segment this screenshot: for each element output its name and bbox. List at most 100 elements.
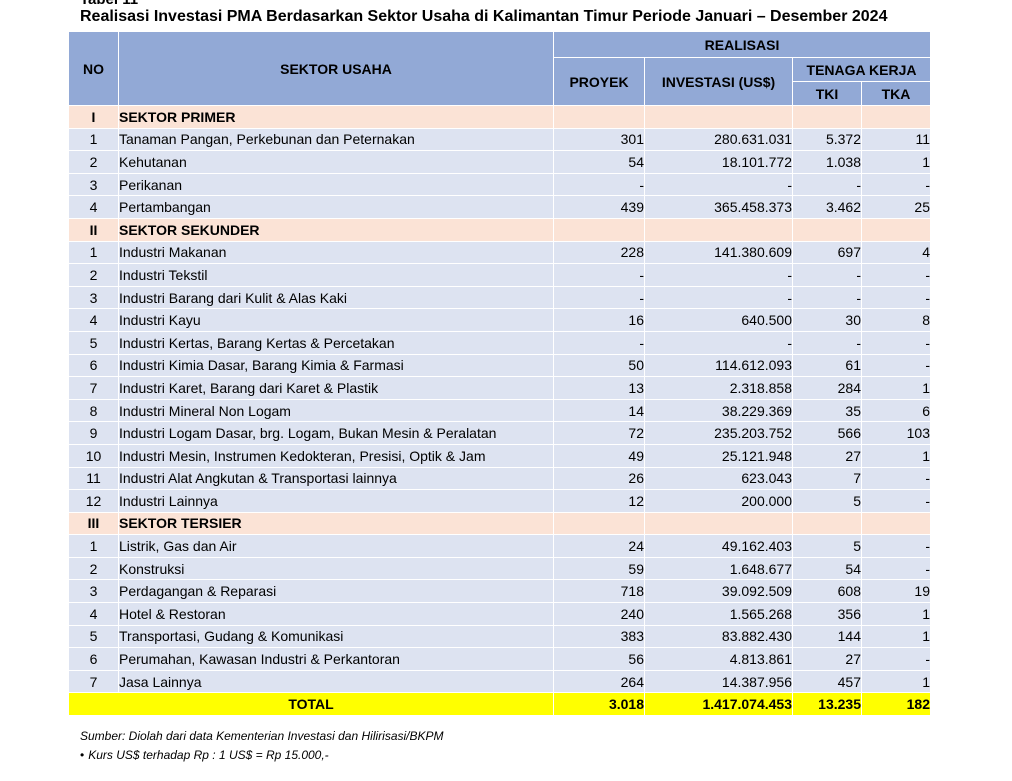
total-investasi: 1.417.074.453 — [644, 692, 793, 717]
row-investasi: 141.380.609 — [644, 240, 793, 265]
table-row: 7 Industri Karet, Barang dari Karet & Pla… — [68, 376, 931, 400]
row-no: 5 — [68, 624, 119, 649]
page-title: Realisasi Investasi PMA Berdasarkan Sekt… — [80, 8, 888, 25]
row-tka: - — [861, 466, 931, 491]
section-no: II — [68, 217, 119, 242]
row-tka: 1 — [861, 443, 931, 468]
bullet-icon: • — [80, 748, 85, 762]
row-no: 3 — [68, 579, 119, 604]
table-row: 6 Perumahan, Kawasan Industri & Perkantor… — [68, 647, 931, 671]
row-tka: 6 — [861, 398, 931, 423]
row-proyek: 264 — [553, 669, 645, 694]
row-tki: 5 — [792, 489, 862, 513]
row-investasi: 640.500 — [644, 308, 793, 332]
total-label: TOTAL — [68, 692, 554, 717]
row-sector-name: Jasa Lainnya — [118, 669, 554, 694]
section-row: III SEKTOR TERSIER — [68, 511, 931, 536]
row-no: 6 — [68, 353, 119, 378]
table-header: NO SEKTOR USAHA REALISASI PROYEK INVESTA… — [68, 31, 931, 106]
row-proyek: 13 — [553, 376, 645, 400]
section-blank — [553, 217, 645, 242]
row-proyek: 301 — [553, 127, 645, 152]
table-row: 3 Industri Barang dari Kulit & Alas Kaki -… — [68, 285, 931, 310]
table-row: 11 Industri Alat Angkutan & Transportasi … — [68, 466, 931, 491]
row-investasi: 2.318.858 — [644, 376, 793, 400]
table-row: 10 Industri Mesin, Instrumen Kedokteran, … — [68, 443, 931, 468]
table-body: I SEKTOR PRIMER 1 Tanaman Pangan, Perkebuna… — [68, 105, 931, 694]
row-no: 3 — [68, 285, 119, 310]
row-no: 3 — [68, 172, 119, 197]
row-tka: 11 — [861, 127, 931, 152]
row-proyek: 718 — [553, 579, 645, 604]
row-no: 7 — [68, 376, 119, 400]
row-investasi: 4.813.861 — [644, 647, 793, 671]
table-row: 8 Industri Mineral Non Logam 14 38.229.369 3… — [68, 398, 931, 423]
row-tka: - — [861, 263, 931, 287]
exchange-rate-text: Kurs US$ terhadap Rp : 1 US$ = Rp 15.000… — [88, 748, 329, 762]
table-row: 6 Industri Kimia Dasar, Barang Kimia & Fa… — [68, 353, 931, 378]
table-row: 12 Industri Lainnya 12 200.000 5- — [68, 489, 931, 513]
row-sector-name: Pertambangan — [118, 195, 554, 219]
row-investasi: - — [644, 263, 793, 287]
table-row: 4 Pertambangan 439 365.458.373 3.462 25 — [68, 195, 931, 219]
row-tki: 54 — [792, 556, 862, 581]
row-tka: - — [861, 534, 931, 558]
section-blank — [861, 217, 931, 242]
row-tka: 1 — [861, 602, 931, 626]
row-tka: - — [861, 489, 931, 513]
exchange-rate-note: • Kurs US$ terhadap Rp : 1 US$ = Rp 15.00… — [80, 746, 444, 765]
section-no: III — [68, 511, 119, 536]
row-proyek: - — [553, 263, 645, 287]
section-row: I SEKTOR PRIMER — [68, 105, 931, 129]
row-proyek: 26 — [553, 466, 645, 491]
header-investasi: INVESTASI (US$) — [644, 57, 793, 106]
row-investasi: 18.101.772 — [644, 150, 793, 174]
row-tki: 697 — [792, 240, 862, 265]
table-row: 5 Industri Kertas, Barang Kertas & Percet… — [68, 330, 931, 355]
section-blank — [792, 511, 862, 536]
section-name: SEKTOR TERSIER — [118, 511, 554, 536]
table-row: 9 Industri Logam Dasar, brg. Logam, Bukan… — [68, 421, 931, 445]
row-investasi: 200.000 — [644, 489, 793, 513]
header-sektor-usaha: SEKTOR USAHA — [118, 31, 554, 106]
row-tka: 25 — [861, 195, 931, 219]
row-no: 2 — [68, 263, 119, 287]
row-sector-name: Tanaman Pangan, Perkebunan dan Peternaka… — [118, 127, 554, 152]
row-tki: 566 — [792, 421, 862, 445]
row-tka: 1 — [861, 150, 931, 174]
row-sector-name: Konstruksi — [118, 556, 554, 581]
row-tka: - — [861, 285, 931, 310]
row-tki: - — [792, 263, 862, 287]
row-no: 5 — [68, 330, 119, 355]
row-investasi: - — [644, 285, 793, 310]
row-investasi: 280.631.031 — [644, 127, 793, 152]
row-proyek: 24 — [553, 534, 645, 558]
row-sector-name: Industri Kertas, Barang Kertas & Perceta… — [118, 330, 554, 355]
row-tki: - — [792, 330, 862, 355]
row-no: 1 — [68, 127, 119, 152]
row-tki: 5.372 — [792, 127, 862, 152]
row-tki: 27 — [792, 647, 862, 671]
row-sector-name: Industri Logam Dasar, brg. Logam, Bukan … — [118, 421, 554, 445]
row-tka: - — [861, 172, 931, 197]
row-investasi: 1.648.677 — [644, 556, 793, 581]
table-row: 3 Perikanan - - - - — [68, 172, 931, 197]
row-tki: 61 — [792, 353, 862, 378]
row-proyek: - — [553, 285, 645, 310]
row-tki: 7 — [792, 466, 862, 491]
row-no: 2 — [68, 556, 119, 581]
row-proyek: 56 — [553, 647, 645, 671]
section-blank — [644, 217, 793, 242]
table-row: 1 Listrik, Gas dan Air 24 49.162.403 5- — [68, 534, 931, 558]
row-investasi: - — [644, 172, 793, 197]
investment-table: NO SEKTOR USAHA REALISASI PROYEK INVESTA… — [68, 31, 931, 717]
row-no: 12 — [68, 489, 119, 513]
row-investasi: 38.229.369 — [644, 398, 793, 423]
row-proyek: 72 — [553, 421, 645, 445]
row-sector-name: Industri Tekstil — [118, 263, 554, 287]
row-proyek: 383 — [553, 624, 645, 649]
total-proyek: 3.018 — [553, 692, 645, 717]
row-sector-name: Transportasi, Gudang & Komunikasi — [118, 624, 554, 649]
row-tki: 35 — [792, 398, 862, 423]
row-investasi: 49.162.403 — [644, 534, 793, 558]
